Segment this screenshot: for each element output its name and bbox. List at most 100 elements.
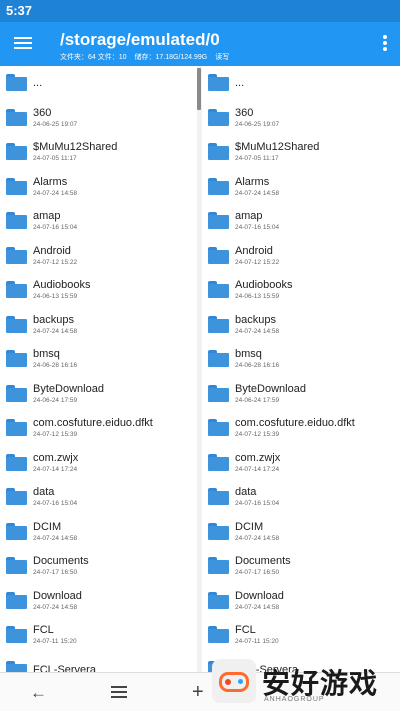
folder-name: com.cosfuture.eiduo.dfkt <box>33 417 153 429</box>
right-file-pane[interactable]: ... 360 24-06-25 19:07 $MuMu12Shared 24-07-0… <box>202 66 400 672</box>
folder-date: 24-07-24 14:58 <box>235 603 280 611</box>
folder-date: 24-07-12 15:39 <box>33 431 78 438</box>
folder-row[interactable]: com.cosfuture.eiduo.dfkt 24-07-12 15:39 <box>202 411 400 446</box>
folder-date: 24-06-28 16:16 <box>33 362 78 369</box>
folder-row[interactable]: DCIM 24-07-24 14:58 <box>202 515 400 550</box>
folder-icon <box>208 177 229 195</box>
folder-name: Alarms <box>33 175 68 188</box>
folder-name: com.zwjx <box>235 451 281 464</box>
folder-date: 24-07-24 14:58 <box>33 534 78 542</box>
folder-row[interactable]: data 24-07-16 15:04 <box>0 480 197 515</box>
folder-name: Download <box>235 589 284 602</box>
folder-row[interactable]: com.zwjx 24-07-14 17:24 <box>0 446 197 481</box>
folder-name: com.zwjx <box>33 451 79 464</box>
folder-name: FCL-Servera <box>33 663 96 673</box>
folder-row[interactable]: Audiobooks 24-06-13 15:59 <box>0 273 197 308</box>
folder-icon <box>208 453 229 471</box>
folder-row[interactable]: $MuMu12Shared 24-07-05 11:17 <box>202 135 400 170</box>
folder-row[interactable]: Alarms 24-07-24 14:58 <box>202 170 400 205</box>
folder-row[interactable]: FCL 24-07-11 15:20 <box>202 618 400 653</box>
folder-icon <box>208 384 229 402</box>
folder-row[interactable]: Audiobooks 24-06-13 15:59 <box>202 273 400 308</box>
folder-date: 24-07-16 15:04 <box>235 500 280 507</box>
folder-date: 24-07-24 14:58 <box>235 534 280 542</box>
folder-name: DCIM <box>33 520 62 533</box>
folder-row[interactable]: 360 24-06-25 19:07 <box>0 101 197 136</box>
folder-name: ByteDownload <box>33 382 104 395</box>
back-arrow-icon[interactable]: ← <box>30 683 47 703</box>
menu-icon[interactable] <box>12 34 34 54</box>
folder-date: 24-07-12 15:22 <box>33 258 78 266</box>
folder-name: bmsq <box>235 348 262 360</box>
folder-name: Documents <box>33 555 89 567</box>
folder-date: 24-06-25 19:07 <box>33 120 78 128</box>
folder-name: bmsq <box>33 348 60 360</box>
folder-name: backups <box>33 313 74 326</box>
folder-row[interactable]: data 24-07-16 15:04 <box>202 480 400 515</box>
folder-row[interactable]: DCIM 24-07-24 14:58 <box>0 515 197 550</box>
folder-row[interactable]: Documents 24-07-17 16:50 <box>202 549 400 584</box>
folder-row[interactable]: com.zwjx 24-07-14 17:24 <box>202 446 400 481</box>
folder-icon <box>208 419 229 436</box>
folder-name: FCL <box>235 624 256 636</box>
folder-date: 24-07-11 15:20 <box>33 638 77 645</box>
folder-date: 24-07-16 15:04 <box>33 500 78 507</box>
folder-name: Documents <box>235 555 291 567</box>
folder-date: 24-07-05 11:17 <box>235 155 279 162</box>
folder-name: com.cosfuture.eiduo.dfkt <box>235 417 355 429</box>
folder-row[interactable]: Android 24-07-12 15:22 <box>202 239 400 274</box>
folder-row[interactable]: Android 24-07-12 15:22 <box>0 239 197 274</box>
add-icon[interactable]: + <box>192 681 204 704</box>
folder-row[interactable]: amap 24-07-16 15:04 <box>202 204 400 239</box>
status-time: 5:37 <box>6 3 33 18</box>
folder-row[interactable]: FCL-Servera <box>0 653 197 673</box>
folder-row[interactable]: bmsq 24-06-28 16:16 <box>0 342 197 377</box>
folder-date: 24-07-24 14:58 <box>235 189 280 197</box>
folder-name: Alarms <box>235 175 270 188</box>
folder-date: 24-06-24 17:59 <box>235 396 280 404</box>
folder-row[interactable]: ... <box>0 66 197 101</box>
more-vert-icon[interactable] <box>380 34 390 54</box>
folder-icon <box>6 108 27 126</box>
folder-row[interactable]: Documents 24-07-17 16:50 <box>0 549 197 584</box>
folder-row[interactable]: backups 24-07-24 14:58 <box>0 308 197 343</box>
folder-row[interactable]: 360 24-06-25 19:07 <box>202 101 400 136</box>
folder-date: 24-07-11 15:20 <box>235 638 279 645</box>
left-file-pane[interactable]: ... 360 24-06-25 19:07 $MuMu12Shared 24-07-0… <box>0 66 197 672</box>
folder-date: 24-07-05 11:17 <box>33 155 77 162</box>
folder-icon <box>208 315 229 333</box>
folder-date: 24-07-12 15:22 <box>235 258 280 266</box>
folder-date: 24-07-24 14:58 <box>235 327 280 335</box>
current-path: /storage/emulated/0 <box>60 30 220 49</box>
folder-date: 24-07-14 17:24 <box>235 465 280 473</box>
folder-file-count: 文件夹：64 文件：10 <box>60 54 127 61</box>
folder-icon <box>6 384 27 402</box>
folder-row[interactable]: backups 24-07-24 14:58 <box>202 308 400 343</box>
folder-name: Download <box>33 589 82 602</box>
folder-row[interactable]: bmsq 24-06-28 16:16 <box>202 342 400 377</box>
folder-row[interactable]: Alarms 24-07-24 14:58 <box>0 170 197 205</box>
folder-icon <box>6 557 27 574</box>
folder-icon <box>6 522 27 540</box>
folder-date: 24-07-16 15:04 <box>235 224 280 231</box>
folder-name: 360 <box>235 106 254 119</box>
home-menu-icon[interactable] <box>111 686 127 698</box>
folder-row[interactable]: ByteDownload 24-06-24 17:59 <box>202 377 400 412</box>
folder-name: $MuMu12Shared <box>235 141 320 153</box>
folder-row[interactable]: Download 24-07-24 14:58 <box>202 584 400 619</box>
folder-icon <box>6 660 27 672</box>
folder-date: 24-07-24 14:58 <box>33 189 78 197</box>
folder-row[interactable]: ByteDownload 24-06-24 17:59 <box>0 377 197 412</box>
folder-name: backups <box>235 313 276 326</box>
folder-name: FCL <box>33 624 54 636</box>
folder-icon <box>6 177 27 195</box>
folder-row[interactable]: com.cosfuture.eiduo.dfkt 24-07-12 15:39 <box>0 411 197 446</box>
folder-date: 24-06-13 15:59 <box>235 293 280 300</box>
folder-row[interactable]: Download 24-07-24 14:58 <box>0 584 197 619</box>
scrollbar-thumb[interactable] <box>197 68 201 110</box>
folder-row[interactable]: $MuMu12Shared 24-07-05 11:17 <box>0 135 197 170</box>
folder-row[interactable]: amap 24-07-16 15:04 <box>0 204 197 239</box>
folder-row[interactable]: FCL 24-07-11 15:20 <box>0 618 197 653</box>
folder-row[interactable]: ... <box>202 66 400 101</box>
watermark-logo: 安好游戏 ANHAOGROUP <box>208 650 400 711</box>
